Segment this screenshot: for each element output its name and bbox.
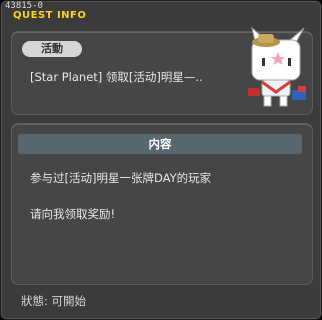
details-line-2: 请向我领取奖励! — [30, 207, 116, 221]
quest-status: 狀態: 可開始 — [21, 294, 87, 308]
quest-details-panel: 内容 参与过[活动]明星一张牌DAY的玩家 请向我领取奖励! — [11, 123, 313, 285]
details-header: 内容 — [18, 134, 302, 154]
quest-info-window: 43815-0 QUEST INFO 活動 [Star Planet] 领取[活… — [0, 0, 322, 320]
quest-category-badge: 活動 — [22, 41, 82, 57]
window-title: QUEST INFO — [13, 10, 87, 21]
details-line-1: 参与过[活动]明星一张牌DAY的玩家 — [30, 171, 212, 185]
quest-summary-panel: 活動 [Star Planet] 领取[活动]明星—.. — [11, 26, 313, 115]
quest-name: [Star Planet] 领取[活动]明星—.. — [30, 70, 203, 84]
npc-cat-icon — [248, 26, 306, 107]
